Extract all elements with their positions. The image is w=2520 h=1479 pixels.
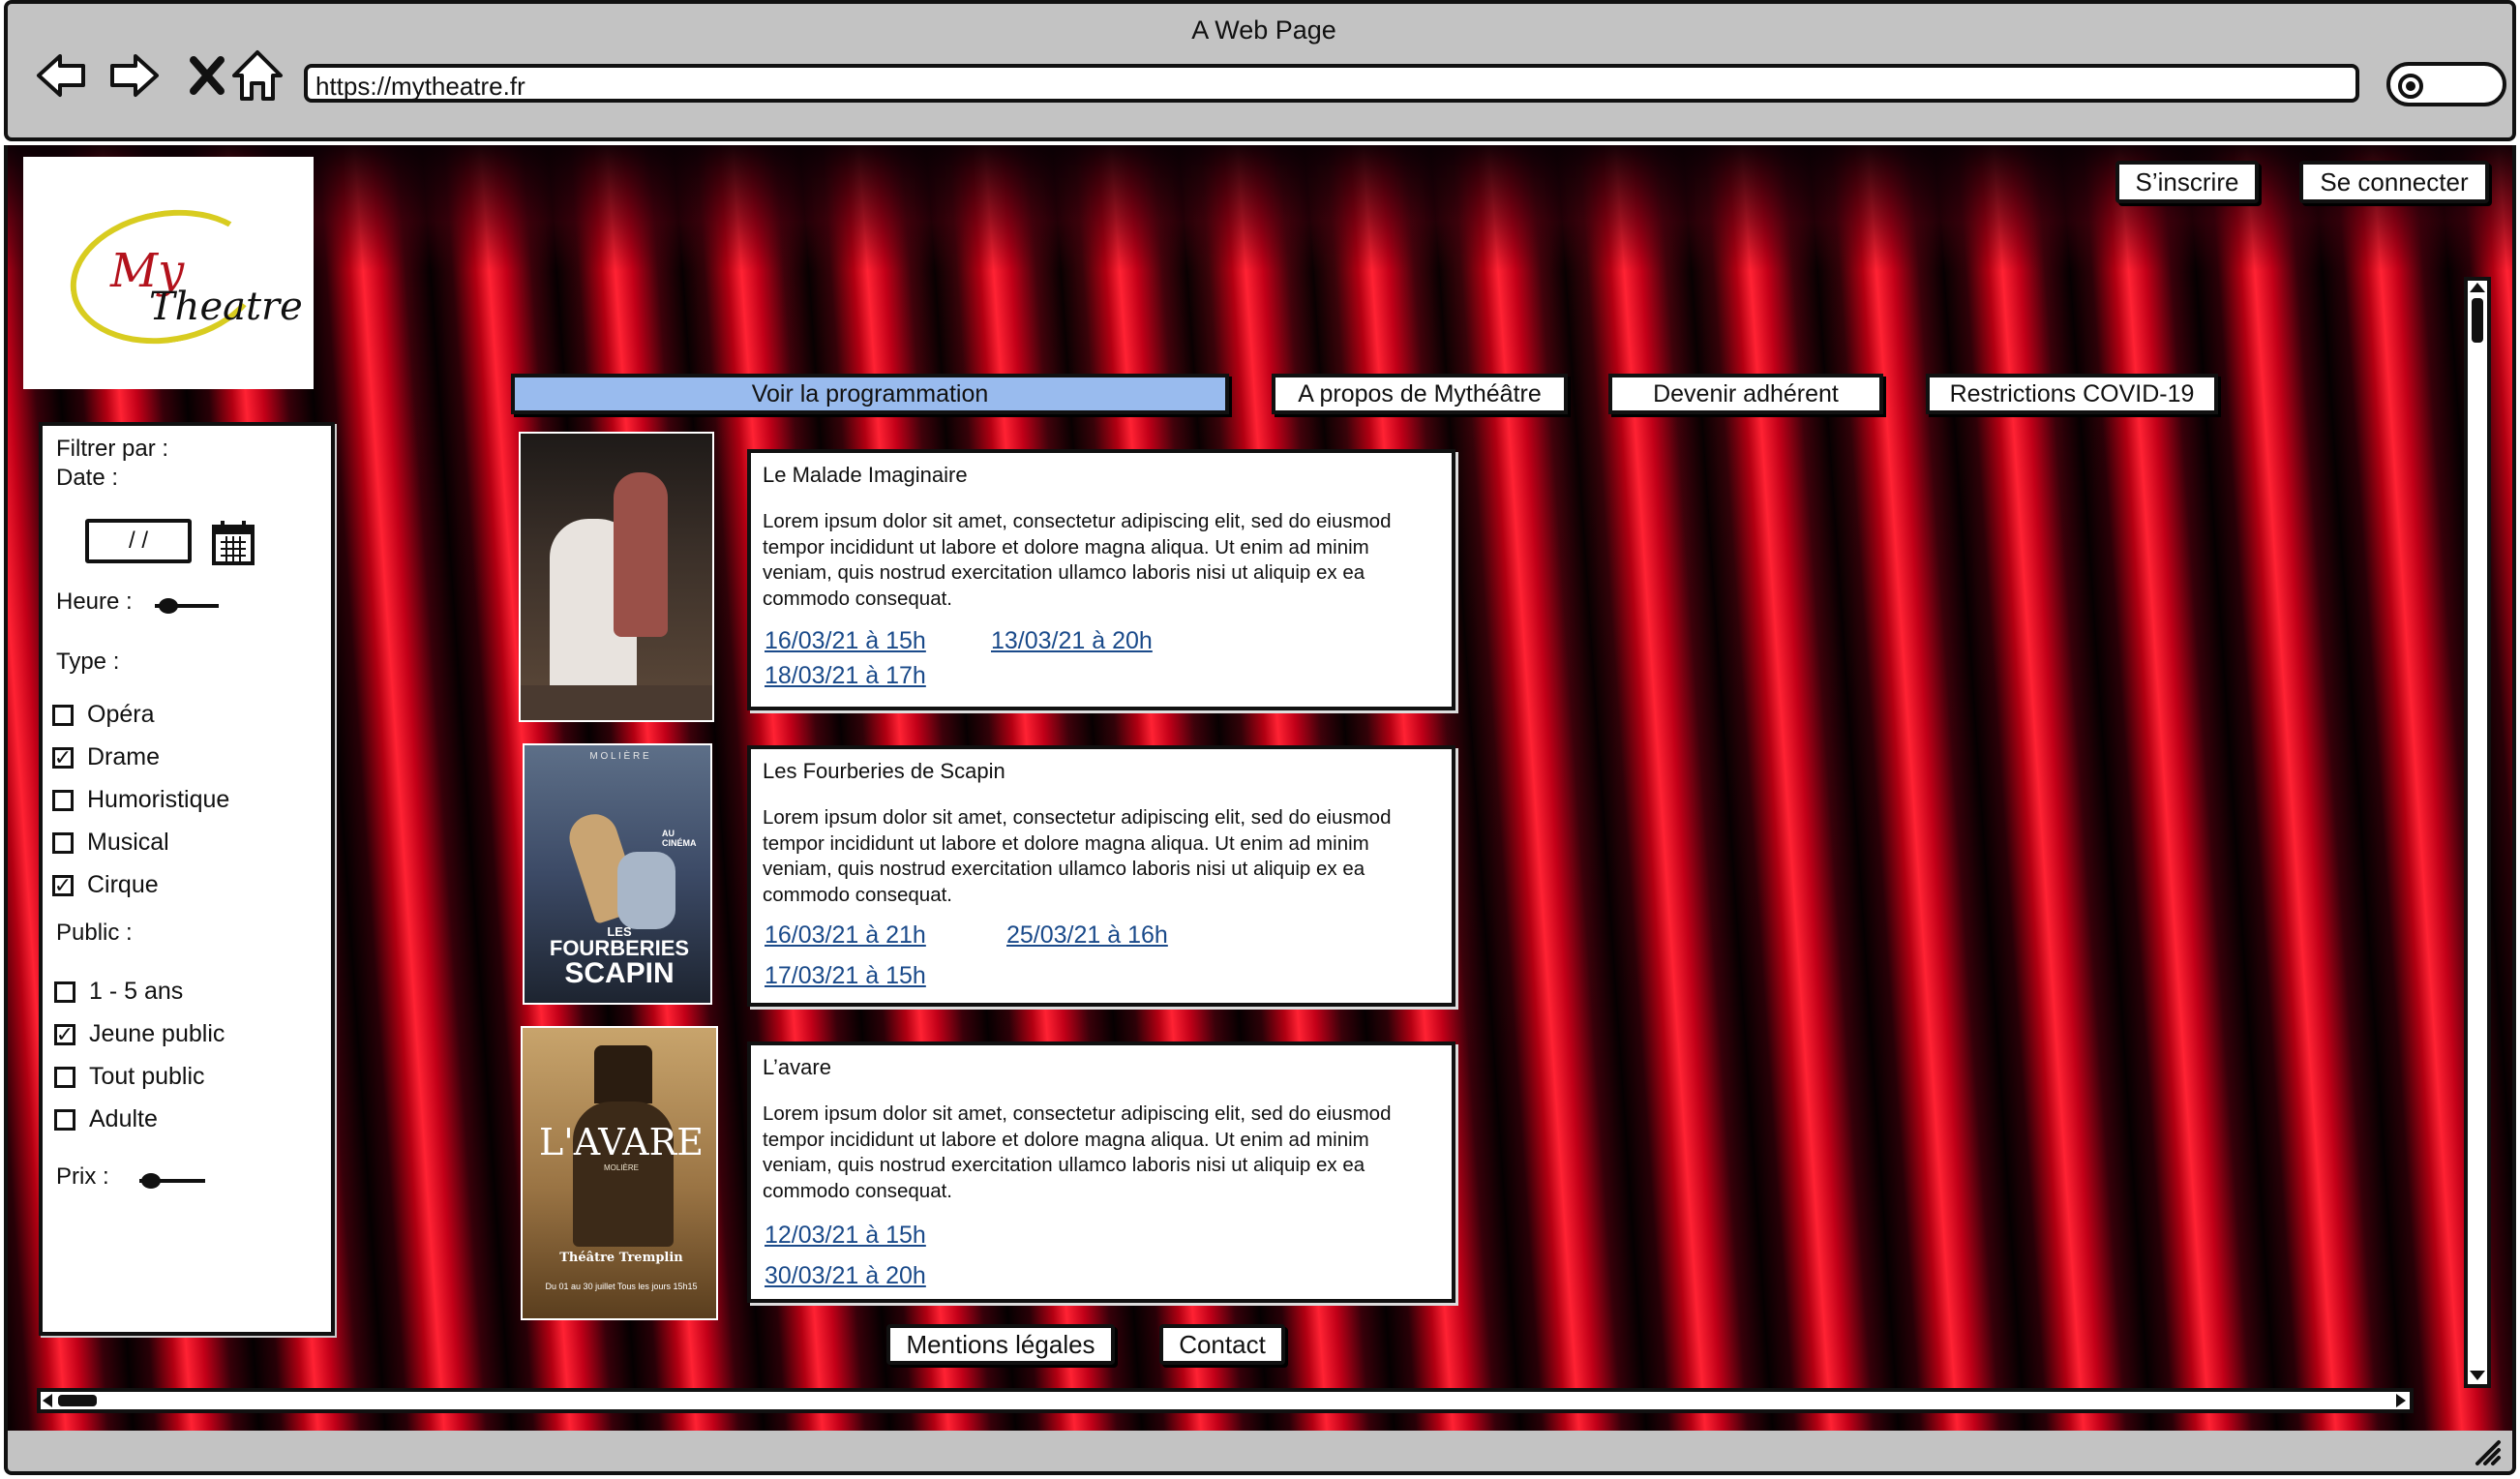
- show-title: Les Fourberies de Scapin: [763, 759, 1005, 783]
- tab-programmation[interactable]: Voir la programmation: [511, 374, 1229, 414]
- type-option-drame[interactable]: ✓ Drame: [52, 743, 160, 771]
- checkbox[interactable]: [52, 789, 74, 811]
- checkbox[interactable]: [54, 981, 75, 1003]
- type-option-humoristique[interactable]: Humoristique: [52, 786, 229, 814]
- show-date-link[interactable]: 13/03/21 à 20h: [991, 627, 1153, 655]
- show-poster-avare[interactable]: L'AVARE MOLIÈRE Théâtre Tremplin Du 01 a…: [521, 1026, 718, 1320]
- legal-link[interactable]: Mentions légales: [886, 1324, 1115, 1365]
- checkbox-checked[interactable]: ✓: [52, 874, 74, 896]
- search-box[interactable]: [2386, 62, 2506, 106]
- scroll-up-icon[interactable]: [2470, 283, 2485, 292]
- show-date-link[interactable]: 16/03/21 à 15h: [765, 627, 926, 655]
- date-input[interactable]: / /: [85, 519, 192, 563]
- poster-figure: [617, 852, 675, 929]
- scroll-left-icon[interactable]: [43, 1394, 52, 1407]
- type-option-musical[interactable]: Musical: [52, 829, 169, 857]
- poster-figure: [594, 1045, 652, 1103]
- scroll-down-icon[interactable]: [2470, 1371, 2485, 1380]
- site-logo[interactable]: My Theatre: [23, 157, 314, 389]
- public-option-1-5[interactable]: 1 - 5 ans: [54, 978, 183, 1006]
- scroll-thumb[interactable]: [58, 1395, 97, 1406]
- price-label: Prix :: [56, 1163, 109, 1190]
- type-option-cirque[interactable]: ✓ Cirque: [52, 871, 159, 899]
- close-icon[interactable]: [178, 46, 236, 105]
- show-description: Lorem ipsum dolor sit amet, consectetur …: [763, 510, 1392, 610]
- tab-about[interactable]: A propos de Mythéâtre: [1272, 374, 1568, 414]
- horizontal-scrollbar[interactable]: [37, 1388, 2414, 1413]
- back-arrow-icon[interactable]: [33, 46, 91, 105]
- show-card: Les Fourberies de Scapin Lorem ipsum dol…: [747, 745, 1455, 1007]
- poster-header: M O L I È R E: [589, 751, 649, 762]
- type-label: Type :: [56, 649, 120, 675]
- checkbox-checked[interactable]: ✓: [54, 1023, 75, 1045]
- forward-arrow-icon[interactable]: [105, 46, 163, 105]
- type-option-opera[interactable]: Opéra: [52, 701, 154, 729]
- checkbox[interactable]: [52, 704, 74, 726]
- show-card: Le Malade Imaginaire Lorem ipsum dolor s…: [747, 449, 1455, 710]
- poster-title-block: LES FOURBERIES SCAPIN: [549, 924, 690, 989]
- poster-badge: AU CINÉMA: [662, 829, 697, 848]
- browser-chrome: A Web Page https://mytheatre.fr: [4, 0, 2516, 141]
- filter-title: Filtrer par :: [56, 436, 169, 462]
- home-icon[interactable]: [228, 46, 286, 105]
- show-date-link[interactable]: 30/03/21 à 20h: [765, 1262, 926, 1290]
- show-title: L’avare: [763, 1055, 831, 1079]
- tab-covid[interactable]: Restrictions COVID-19: [1926, 374, 2218, 414]
- page-viewport: My Theatre S’inscrire Se connecter Filtr…: [4, 145, 2516, 1433]
- checkbox-checked[interactable]: ✓: [52, 746, 74, 769]
- checkbox[interactable]: [54, 1066, 75, 1088]
- price-slider[interactable]: [139, 1171, 205, 1191]
- checkbox[interactable]: [52, 831, 74, 854]
- show-poster-malade[interactable]: [519, 432, 714, 722]
- show-date-link[interactable]: 16/03/21 à 21h: [765, 921, 926, 950]
- show-poster-scapin[interactable]: M O L I È R E AU CINÉMA LES FOURBERIES S…: [523, 743, 712, 1005]
- public-option-jeune[interactable]: ✓ Jeune public: [54, 1020, 225, 1048]
- checkbox[interactable]: [54, 1108, 75, 1131]
- public-label: Public :: [56, 920, 133, 946]
- poster-venue: Théâtre Tremplin: [559, 1251, 683, 1265]
- show-description: Lorem ipsum dolor sit amet, consectetur …: [763, 806, 1392, 906]
- poster-subtitle: MOLIÈRE: [603, 1163, 639, 1172]
- scroll-right-icon[interactable]: [2396, 1394, 2406, 1407]
- public-option-adulte[interactable]: Adulte: [54, 1105, 158, 1133]
- public-option-tout[interactable]: Tout public: [54, 1063, 205, 1091]
- poster-figure: [614, 472, 668, 637]
- logo-text-theatre: Theatre: [149, 285, 303, 329]
- signup-button[interactable]: S’inscrire: [2115, 161, 2259, 203]
- search-icon: [2398, 74, 2423, 99]
- login-button[interactable]: Se connecter: [2299, 161, 2489, 203]
- show-card: L’avare Lorem ipsum dolor sit amet, cons…: [747, 1041, 1455, 1303]
- vertical-scrollbar[interactable]: [2464, 277, 2491, 1388]
- show-description: Lorem ipsum dolor sit amet, consectetur …: [763, 1102, 1392, 1202]
- hour-slider[interactable]: [155, 596, 219, 616]
- scroll-thumb[interactable]: [2472, 298, 2483, 343]
- filter-panel: Filtrer par : Date : / / Heure : Type : …: [39, 422, 335, 1336]
- status-bar: [4, 1431, 2516, 1475]
- resize-grip-icon[interactable]: [2472, 1436, 2503, 1467]
- show-title: Le Malade Imaginaire: [763, 463, 968, 487]
- url-bar[interactable]: https://mytheatre.fr: [304, 64, 2359, 103]
- hour-label: Heure :: [56, 589, 133, 615]
- show-date-link[interactable]: 12/03/21 à 15h: [765, 1222, 926, 1250]
- tab-membership[interactable]: Devenir adhérent: [1608, 374, 1883, 414]
- date-label: Date :: [56, 465, 119, 491]
- contact-link[interactable]: Contact: [1159, 1324, 1285, 1365]
- poster-title: L'AVARE: [539, 1121, 704, 1163]
- window-title: A Web Page: [1191, 15, 1336, 45]
- show-date-link[interactable]: 18/03/21 à 17h: [765, 662, 926, 690]
- show-date-link[interactable]: 17/03/21 à 15h: [765, 962, 926, 990]
- poster-floor: [521, 685, 712, 720]
- calendar-icon[interactable]: [211, 519, 255, 567]
- poster-dates: Du 01 au 30 juillet Tous les jours 15h15: [545, 1282, 698, 1291]
- show-date-link[interactable]: 25/03/21 à 16h: [1006, 921, 1168, 950]
